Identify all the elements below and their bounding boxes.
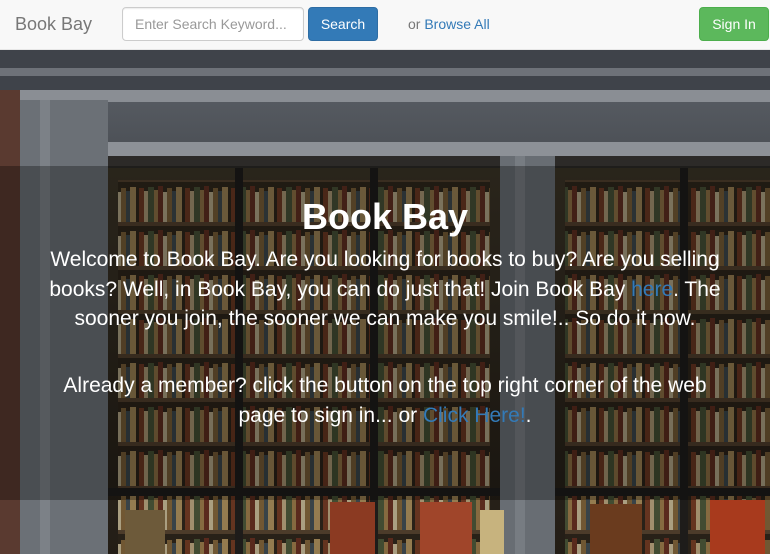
brand-link[interactable]: Book Bay (15, 13, 92, 35)
hero-title: Book Bay (301, 196, 469, 237)
browse-all-group: or Browse All (408, 16, 490, 33)
welcome-paragraph: Welcome to Book Bay. Are you looking for… (44, 245, 726, 334)
browse-all-link[interactable]: Browse All (424, 16, 489, 32)
search-button[interactable]: Search (308, 7, 378, 41)
browse-prefix: or (408, 16, 421, 32)
member-text-end: . (525, 403, 532, 427)
join-here-link[interactable]: here (631, 278, 673, 301)
top-navbar: Book Bay Search or Browse All Sign In (0, 0, 770, 50)
member-paragraph: Already a member? click the button on th… (44, 371, 726, 430)
search-input[interactable] (122, 7, 304, 41)
click-here-link[interactable]: Click Here! (423, 404, 526, 427)
sign-in-button[interactable]: Sign In (699, 7, 769, 41)
welcome-text: Welcome to Book Bay. Are you looking for… (49, 248, 720, 301)
member-text: Already a member? click the button on th… (63, 374, 707, 427)
